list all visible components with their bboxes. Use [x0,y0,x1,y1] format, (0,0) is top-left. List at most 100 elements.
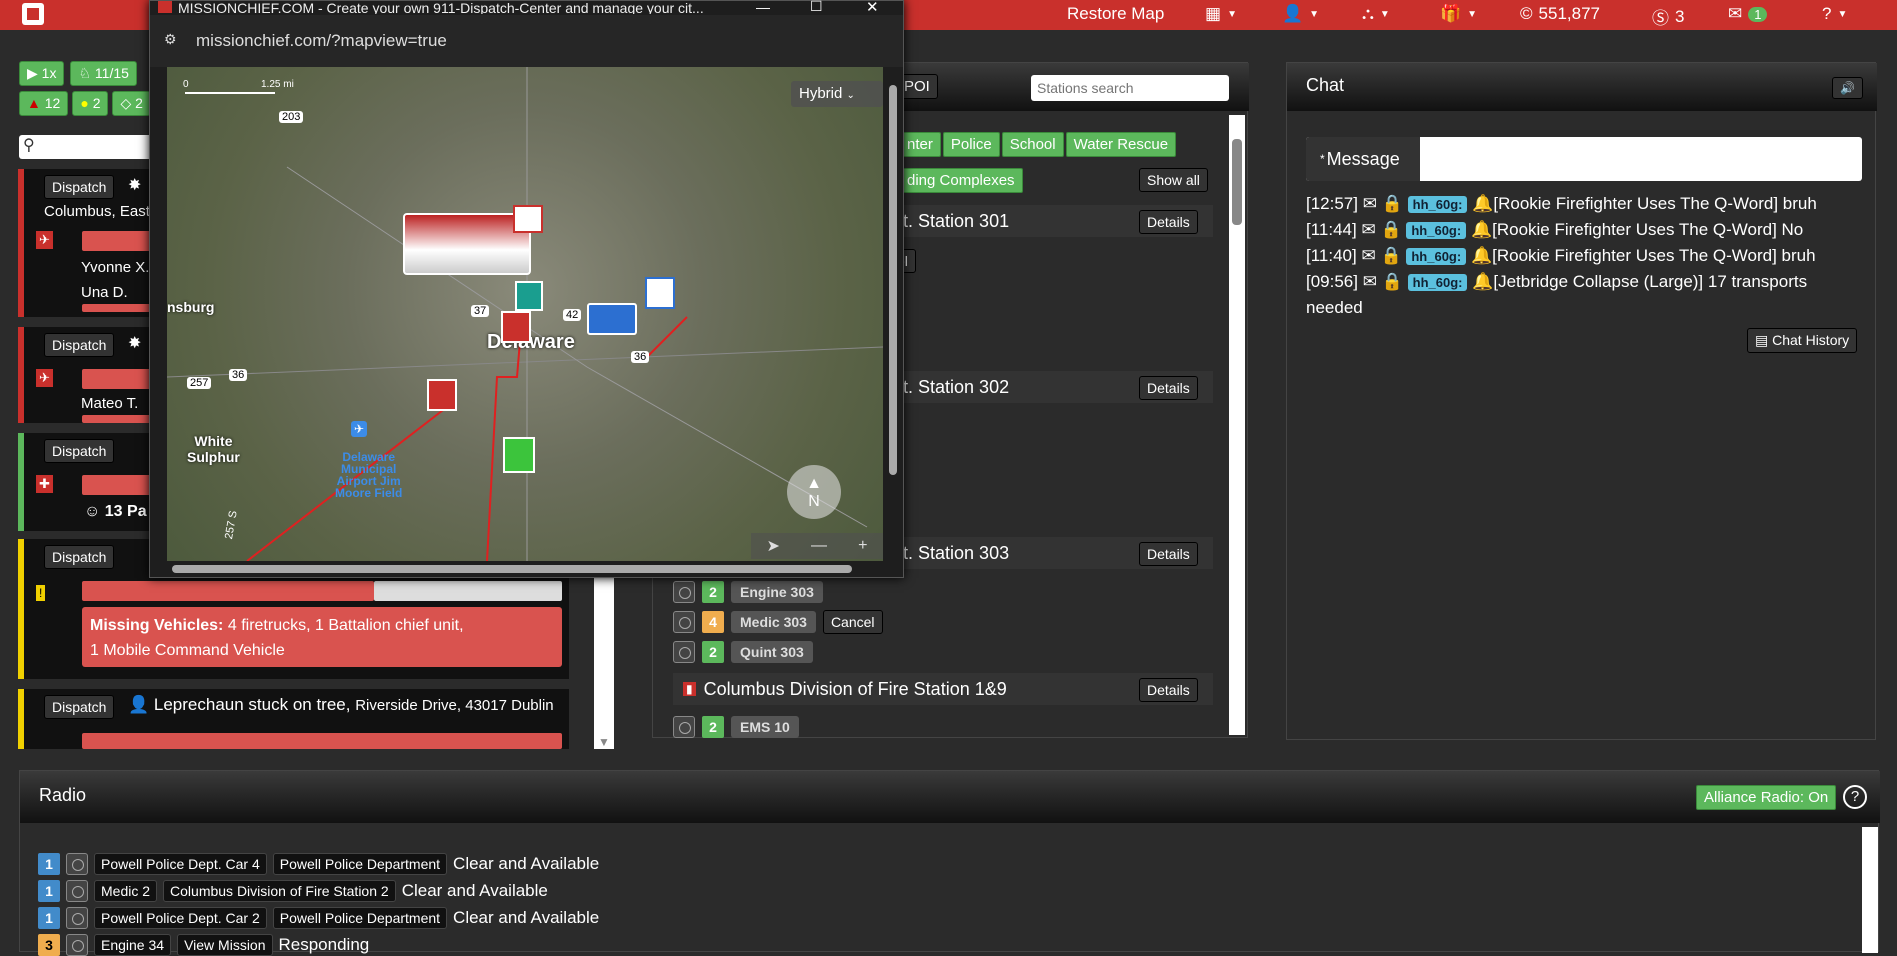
speaker-icon[interactable]: 🔊 [1832,77,1863,99]
close-icon[interactable]: ✕ [866,0,879,16]
crosshair-icon[interactable] [673,716,695,738]
police-station-marker[interactable] [645,277,675,309]
map-view[interactable]: 0 1.25 mi Hybrid ⌄ Delaware White Sulphu… [167,67,883,561]
radio-vehicle-button[interactable]: Powell Police Dept. Car 4 [94,853,267,875]
details-button[interactable]: Details [1139,542,1198,566]
mission-card[interactable]: Dispatch 👤 Leprechaun stuck on tree, Riv… [18,689,569,749]
speed-button[interactable]: ▶ 1x [19,61,65,86]
crosshair-icon[interactable] [66,907,88,929]
scrollbar-thumb[interactable] [889,85,897,475]
compass-control[interactable]: ▲ N [787,465,841,519]
hospital-marker[interactable] [503,437,535,473]
vehicle-name[interactable]: Medic 303 [731,611,816,633]
zoom-in-icon[interactable]: + [858,537,867,555]
stations-scrollbar[interactable] [1229,115,1245,735]
dispatch-button[interactable]: Dispatch [44,545,115,569]
vehicle-name[interactable]: Engine 303 [731,581,823,603]
crosshair-icon[interactable] [66,880,88,902]
dispatch-button[interactable]: Dispatch [44,175,115,199]
maximize-icon[interactable]: ☐ [810,0,823,15]
filter-chip[interactable]: nter [899,132,941,157]
station-name[interactable]: pt. Station 303 [893,543,1009,564]
dispatch-button[interactable]: Dispatch [44,695,115,719]
crosshair-icon[interactable] [66,853,88,875]
radio-scrollbar[interactable] [1862,827,1878,953]
fire-station-marker[interactable] [501,311,531,343]
profile-menu[interactable]: 👤 ▼ [1282,4,1319,24]
help-menu[interactable]: ? ▼ [1822,4,1847,24]
route-shield: 36 [229,369,248,381]
crosshair-icon[interactable] [66,934,88,956]
radio-title: Radio [39,785,87,805]
chat-user[interactable]: hh_60g: [1407,274,1468,291]
green-filter-button[interactable]: ◇ 2 [112,91,151,116]
filter-chip[interactable]: ding Complexes [899,168,1023,193]
locate-icon[interactable]: ➤ [767,536,780,556]
station-name[interactable]: pt. Station 302 [893,377,1009,398]
fire-station-marker[interactable] [513,205,543,233]
details-button[interactable]: Details [1139,678,1198,702]
mail-icon[interactable]: ✉ [1361,246,1375,265]
scrollbar-thumb[interactable] [172,565,852,573]
police-car-marker[interactable] [587,303,637,335]
chat-history-button[interactable]: ▤ Chat History [1747,328,1858,353]
stations-search-input[interactable] [1031,75,1229,101]
popup-url-bar[interactable]: ⚙ missionchief.com/?mapview=true [150,15,903,67]
radio-vehicle-button[interactable]: Medic 2 [94,880,158,902]
show-all-button[interactable]: Show all [1139,168,1208,192]
chat-user[interactable]: hh_60g: [1407,196,1468,213]
map-type-select[interactable]: Hybrid ⌄ [791,81,883,107]
radio-vehicle-button[interactable]: Powell Police Dept. Car 2 [94,907,267,929]
details-button[interactable]: Details [1139,210,1198,234]
alerts-button[interactable]: ♘ 11/15 [70,61,137,86]
radio-station-button[interactable]: Columbus Division of Fire Station 2 [163,880,396,902]
filter-chip[interactable]: Police [942,132,1000,157]
mail-icon[interactable]: ✉ [1361,220,1375,239]
crosshair-icon[interactable] [673,611,695,633]
radio-station-button[interactable]: Powell Police Department [272,907,448,929]
radio-tower-marker[interactable] [515,281,543,311]
zoom-out-icon[interactable]: — [811,537,827,555]
dispatch-button[interactable]: Dispatch [44,439,115,463]
red-filter-button[interactable]: ▲ 12 [19,91,69,116]
scrollbar-thumb[interactable] [1232,139,1242,225]
restore-map-button[interactable]: Restore Map [1067,4,1164,24]
alliance-menu[interactable]: ⛬ ▼ [1362,4,1390,24]
chat-message-input[interactable]: * Message [1306,137,1862,181]
filter-chip[interactable]: School [1001,132,1064,157]
yellow-filter-button[interactable]: ● 2 [72,91,109,116]
messages-button[interactable]: ✉ 1 [1728,4,1768,24]
fire-station-marker[interactable] [427,379,457,411]
radio-station-button[interactable]: View Mission [177,934,273,956]
filter-chip[interactable]: Water Rescue [1065,132,1177,157]
missions-menu[interactable]: ▦ ▼ [1205,4,1237,24]
vehicle-name[interactable]: Quint 303 [731,641,813,663]
chat-user[interactable]: hh_60g: [1406,248,1467,265]
alliance-radio-toggle[interactable]: Alliance Radio: On [1696,785,1837,810]
help-icon[interactable]: ? [1843,785,1867,809]
logo-icon[interactable] [22,3,44,25]
dispatch-button[interactable]: Dispatch [44,333,115,357]
station-name[interactable]: pt. Station 301 [893,211,1009,232]
minimize-icon[interactable]: — [756,0,770,15]
ambulance-icon[interactable] [403,213,531,275]
credits-display[interactable]: © 551,877 [1520,4,1600,24]
radio-vehicle-button[interactable]: Engine 34 [94,934,172,956]
chat-user[interactable]: hh_60g: [1406,222,1467,239]
popup-vscrollbar[interactable] [885,67,901,561]
gift-menu[interactable]: 🎁 ▼ [1440,4,1477,24]
cancel-button[interactable]: Cancel [822,610,883,634]
radio-station-button[interactable]: Powell Police Department [272,853,448,875]
coins-display[interactable]: Ⓢ 3 [1652,4,1684,29]
popup-hscrollbar[interactable] [150,561,885,577]
station-name[interactable]: Columbus Division of Fire Station 1&9 [704,679,1007,700]
crosshair-icon[interactable] [673,581,695,603]
details-button[interactable]: Details [1139,376,1198,400]
mission-search-input[interactable]: ⚲ [19,135,159,159]
mail-icon[interactable]: ✉ [1363,194,1377,213]
mail-icon[interactable]: ✉ [1363,272,1377,291]
vehicle-name[interactable]: EMS 10 [731,716,799,738]
map-popup-window[interactable]: MISSIONCHIEF.COM - Create your own 911-D… [149,0,904,578]
crosshair-icon[interactable] [673,641,695,663]
site-settings-icon[interactable]: ⚙ [164,31,177,48]
